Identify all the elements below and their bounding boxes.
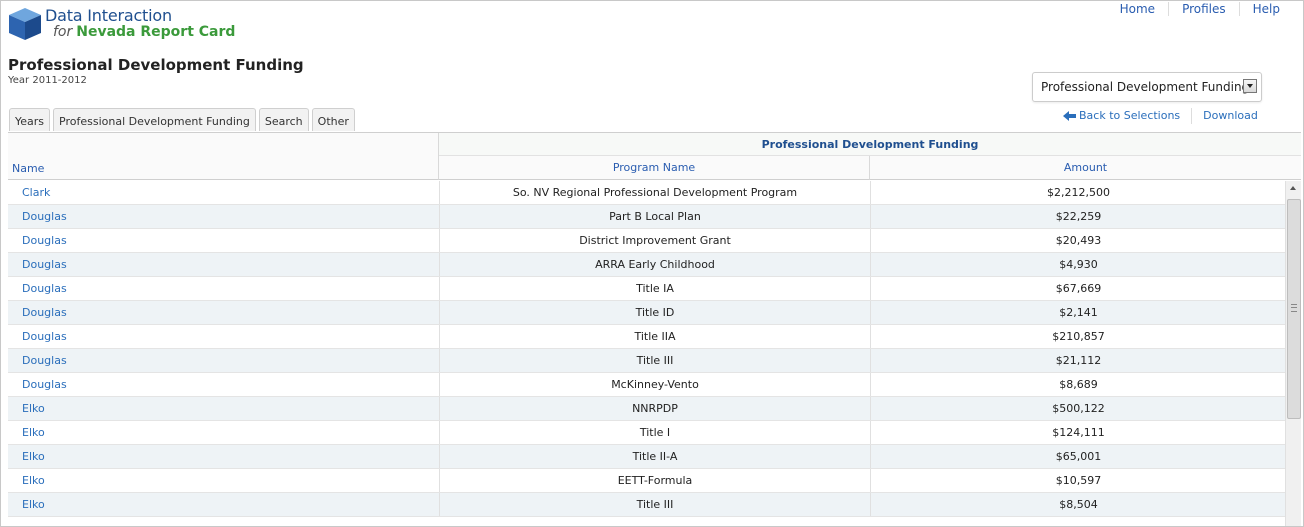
table-row: Douglas Title IA $67,669: [8, 277, 1285, 301]
filter-tabs: Years Professional Development Funding S…: [9, 108, 358, 131]
table-row: Douglas District Improvement Grant $20,493: [8, 229, 1285, 253]
row-program-name: NNRPDP: [439, 397, 870, 420]
funding-table: Name Professional Development Funding Pr…: [8, 132, 1301, 526]
row-program-name: EETT-Formula: [439, 469, 870, 492]
row-name-link[interactable]: Elko: [22, 445, 45, 469]
row-name-link[interactable]: Douglas: [22, 373, 67, 397]
row-program-name: Title IIA: [439, 325, 870, 348]
grip-icon: [1291, 304, 1297, 312]
report-select[interactable]: Professional Development Funding: [1032, 72, 1262, 102]
row-amount: $124,111: [870, 421, 1286, 444]
row-amount: $8,504: [870, 493, 1286, 516]
cube-logo-icon: [9, 8, 41, 40]
nav-home-link[interactable]: Home: [1107, 2, 1170, 16]
tab-professional-development-funding[interactable]: Professional Development Funding: [53, 108, 256, 131]
scroll-thumb[interactable]: [1287, 199, 1301, 419]
table-row: Elko Title II-A $65,001: [8, 445, 1285, 469]
row-name-link[interactable]: Douglas: [22, 229, 67, 253]
actions-bar: Back to Selections Download: [1063, 108, 1269, 124]
row-amount: $10,597: [870, 469, 1286, 492]
nav-profiles-link[interactable]: Profiles: [1169, 2, 1240, 16]
tab-years[interactable]: Years: [9, 108, 51, 131]
row-name-link[interactable]: Elko: [22, 421, 45, 445]
brand-name: Nevada Report Card: [76, 24, 236, 40]
row-program-name: ARRA Early Childhood: [439, 253, 870, 276]
row-program-name: Title III: [439, 349, 870, 372]
table-row: Douglas Title III $21,112: [8, 349, 1285, 373]
download-link[interactable]: Download: [1191, 108, 1269, 124]
row-name-link[interactable]: Douglas: [22, 277, 67, 301]
page-year: Year 2011-2012: [8, 75, 87, 86]
row-amount: $210,857: [870, 325, 1286, 348]
tab-other[interactable]: Other: [311, 108, 355, 131]
header-amount[interactable]: Amount: [870, 156, 1301, 180]
chevron-down-icon[interactable]: [1243, 79, 1257, 93]
row-program-name: Part B Local Plan: [439, 205, 870, 228]
row-program-name: Title II-A: [439, 445, 870, 468]
header-group: Professional Development Funding: [439, 133, 1301, 156]
table-body: Clark So. NV Regional Professional Develo…: [8, 181, 1285, 517]
header-name[interactable]: Name: [12, 162, 44, 175]
row-program-name: Title I: [439, 421, 870, 444]
table-row: Douglas Part B Local Plan $22,259: [8, 205, 1285, 229]
row-amount: $65,001: [870, 445, 1286, 468]
arrow-left-icon: [1063, 111, 1076, 121]
back-to-selections-label: Back to Selections: [1079, 109, 1181, 122]
row-amount: $20,493: [870, 229, 1286, 252]
table-row: Elko NNRPDP $500,122: [8, 397, 1285, 421]
row-program-name: Title IA: [439, 277, 870, 300]
row-name-link[interactable]: Elko: [22, 397, 45, 421]
table-row: Douglas Title ID $2,141: [8, 301, 1285, 325]
row-amount: $22,259: [870, 205, 1286, 228]
row-name-link[interactable]: Elko: [22, 469, 45, 493]
table-row: Elko Title I $124,111: [8, 421, 1285, 445]
row-name-link[interactable]: Douglas: [22, 325, 67, 349]
back-to-selections-link[interactable]: Back to Selections: [1063, 108, 1191, 124]
row-name-link[interactable]: Elko: [22, 493, 45, 517]
brand-title[interactable]: Data Interaction: [45, 6, 172, 25]
table-row: Douglas ARRA Early Childhood $4,930: [8, 253, 1285, 277]
row-program-name: Title III: [439, 493, 870, 516]
row-name-link[interactable]: Douglas: [22, 205, 67, 229]
top-nav: Home Profiles Help: [1107, 2, 1280, 16]
row-name-link[interactable]: Douglas: [22, 349, 67, 373]
brand-subtitle: for Nevada Report Card: [53, 24, 235, 40]
row-amount: $2,212,500: [870, 181, 1286, 204]
tab-search[interactable]: Search: [258, 108, 309, 131]
page-title: Professional Development Funding: [8, 56, 304, 74]
table-row: Elko Title III $8,504: [8, 493, 1285, 517]
row-amount: $8,689: [870, 373, 1286, 396]
table-row: Clark So. NV Regional Professional Develo…: [8, 181, 1285, 205]
row-program-name: McKinney-Vento: [439, 373, 870, 396]
nav-help-link[interactable]: Help: [1240, 2, 1280, 16]
table-row: Douglas McKinney-Vento $8,689: [8, 373, 1285, 397]
row-amount: $21,112: [870, 349, 1286, 372]
row-amount: $4,930: [870, 253, 1286, 276]
brand-for: for: [53, 24, 73, 40]
row-name-link[interactable]: Douglas: [22, 253, 67, 277]
table-row: Douglas Title IIA $210,857: [8, 325, 1285, 349]
row-program-name: Title ID: [439, 301, 870, 324]
report-select-value: Professional Development Funding: [1041, 80, 1250, 94]
scroll-up-icon[interactable]: [1286, 181, 1301, 195]
row-amount: $67,669: [870, 277, 1286, 300]
row-name-link[interactable]: Clark: [22, 181, 50, 205]
header-name-cell: Name: [8, 133, 439, 180]
row-name-link[interactable]: Douglas: [22, 301, 67, 325]
table-row: Elko EETT-Formula $10,597: [8, 469, 1285, 493]
header-program-name[interactable]: Program Name: [439, 156, 870, 180]
row-amount: $2,141: [870, 301, 1286, 324]
row-program-name: So. NV Regional Professional Development…: [439, 181, 870, 204]
row-program-name: District Improvement Grant: [439, 229, 870, 252]
vertical-scrollbar[interactable]: [1285, 181, 1301, 526]
row-amount: $500,122: [870, 397, 1286, 420]
